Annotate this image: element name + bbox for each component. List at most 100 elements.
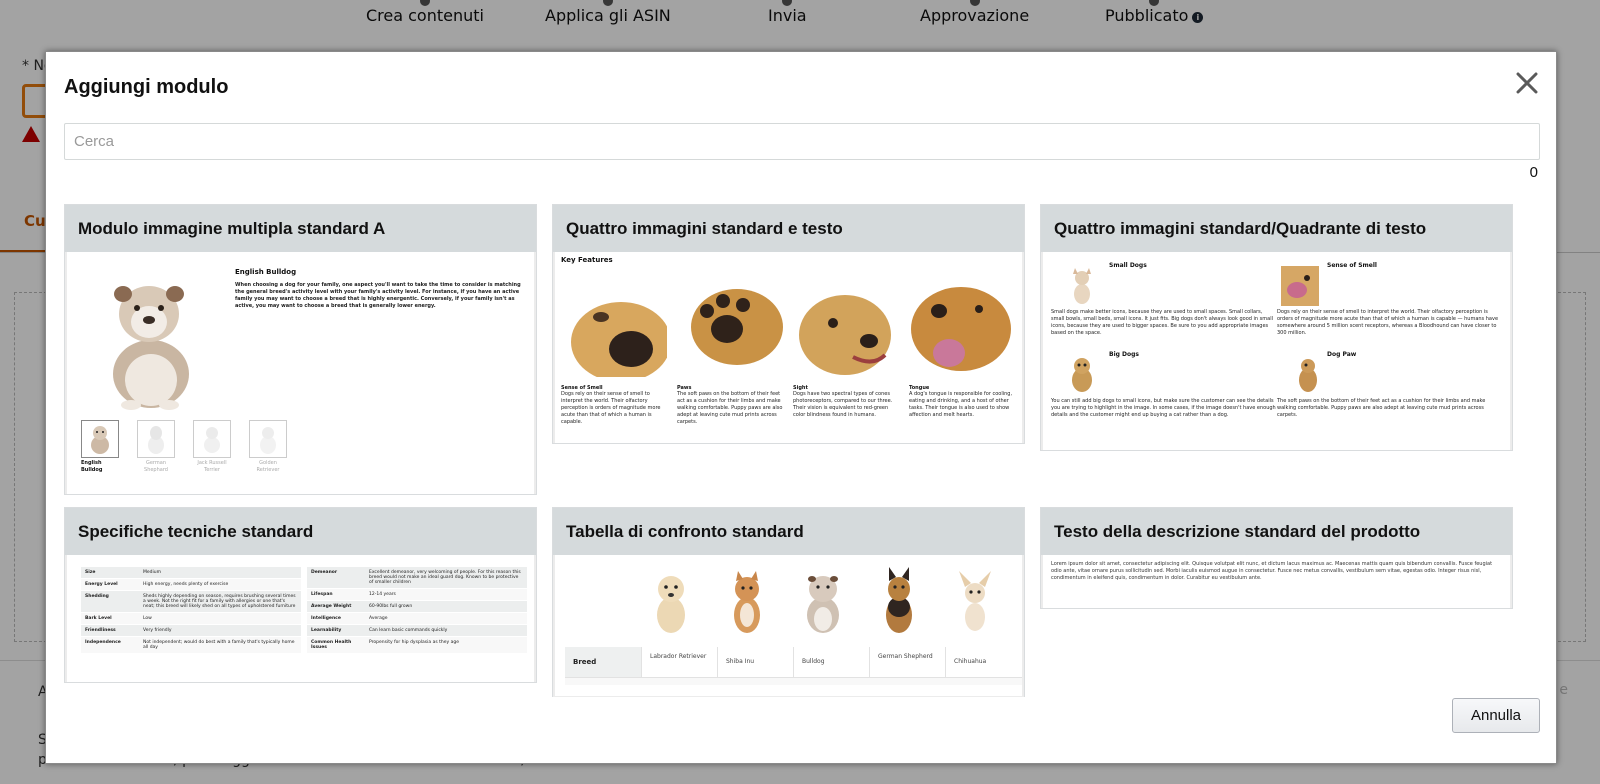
spec-key: Bark Level bbox=[85, 616, 112, 621]
feature-text: Dogs rely on their sense of smell to int… bbox=[561, 391, 661, 425]
module-card-multiple-image[interactable]: Modulo immagine multipla standard A Engl… bbox=[64, 204, 537, 495]
spec-key: Learnability bbox=[311, 628, 342, 633]
close-button[interactable] bbox=[1512, 68, 1542, 98]
table-cell: Shiba Inu bbox=[717, 647, 793, 677]
spec-value: 60-90lbs full grown bbox=[369, 604, 413, 609]
thumbnail-caption: German Shephard bbox=[144, 460, 168, 473]
preview-text: When choosing a dog for your family, one… bbox=[235, 282, 521, 309]
close-icon bbox=[1516, 72, 1538, 94]
dog-paw-image bbox=[677, 287, 783, 377]
spec-key: Shedding bbox=[85, 594, 109, 599]
thumbnail-item: Golden Retriever bbox=[249, 420, 287, 474]
spec-value: Propensity for hip dysplasia as they age bbox=[369, 640, 459, 645]
module-preview: English Bulldog When choosing a dog for … bbox=[65, 252, 536, 494]
comparison-table: Breed Labrador Retriever Shiba Inu Bulld… bbox=[565, 647, 1021, 677]
spec-row: Common Health Issues Propensity for hip d… bbox=[307, 637, 527, 654]
spec-row: Learnability Can learn basic commands qui… bbox=[307, 625, 527, 637]
feature-item: Sense of Smell Dogs rely on their sense … bbox=[561, 287, 671, 426]
quadrant-label: Dog Paw bbox=[1327, 351, 1357, 358]
thumbnail-item: Jack Russell Terrier bbox=[193, 420, 231, 474]
table-cell: Chihuahua bbox=[945, 647, 1021, 677]
spec-key: Friendliness bbox=[85, 628, 116, 633]
spec-table-left: Size Medium Energy Level High energy, need… bbox=[81, 567, 301, 654]
thumbnail-caption: English Bulldog bbox=[81, 460, 103, 473]
quadrant-item: Big Dogs You can still add big dogs to s… bbox=[1051, 351, 1276, 419]
preview-heading: English Bulldog bbox=[235, 268, 297, 276]
search-input[interactable] bbox=[64, 123, 1540, 160]
labrador-image bbox=[657, 576, 685, 633]
table-row-header: Breed bbox=[565, 647, 641, 677]
spec-row: Lifespan 12-14 years bbox=[307, 589, 527, 601]
spec-key: Lifespan bbox=[311, 592, 333, 597]
bulldog-image bbox=[113, 286, 189, 410]
spec-value: Can learn basic commands quickly bbox=[369, 628, 448, 633]
thumbnail-caption: Golden Retriever bbox=[256, 460, 280, 473]
chihuahua-image bbox=[959, 571, 991, 631]
spec-row: Size Medium bbox=[81, 567, 301, 579]
add-module-dialog: Aggiungi modulo 0 Modulo immagine multip… bbox=[45, 51, 1557, 764]
feature-text: Dogs have two spectral types of cones ph… bbox=[793, 391, 893, 418]
thumbnail-strip: English Bulldog German Shephard Jack Rus… bbox=[81, 420, 287, 474]
thumbnail-caption: Jack Russell Terrier bbox=[197, 460, 227, 473]
spec-row: Independence Not independent; would do be… bbox=[81, 637, 301, 654]
quadrant-label: Small Dogs bbox=[1109, 262, 1147, 269]
module-card-four-image-text[interactable]: Quattro immagini standard e testo Key Fe… bbox=[552, 204, 1025, 444]
module-preview: Size Medium Energy Level High energy, need… bbox=[65, 555, 536, 682]
cancel-button[interactable]: Annulla bbox=[1452, 698, 1540, 733]
spec-table-right: Demeanor Excellent demeanor, very welcomi… bbox=[307, 567, 527, 654]
spec-row: Energy Level High energy, needs plenty of… bbox=[81, 579, 301, 591]
module-preview: Breed Labrador Retriever Shiba Inu Bulld… bbox=[553, 555, 1024, 697]
breed-images bbox=[647, 565, 999, 637]
spec-row: Bark Level Low bbox=[81, 613, 301, 625]
module-card-title: Modulo immagine multipla standard A bbox=[65, 205, 536, 252]
table-cell: German Shepherd bbox=[869, 647, 945, 677]
module-card-title: Quattro immagini standard e testo bbox=[553, 205, 1024, 252]
module-preview: Lorem ipsum dolor sit amet, consectetur … bbox=[1041, 555, 1512, 608]
module-card-tech-specs[interactable]: Specifiche tecniche standard Size Medium … bbox=[64, 507, 537, 683]
module-card-comparison-table[interactable]: Tabella di confronto standard Breed Labr… bbox=[552, 507, 1025, 697]
spec-value: Sheds highly depending on season, requir… bbox=[143, 594, 296, 609]
module-card-title: Specifiche tecniche standard bbox=[65, 508, 536, 555]
spec-key: Size bbox=[85, 570, 96, 575]
feature-text: The soft paws on the bottom of their fee… bbox=[677, 391, 783, 425]
dialog-title: Aggiungi modulo bbox=[64, 76, 229, 98]
spec-key: Common Health Issues bbox=[311, 640, 352, 650]
spec-row: Intelligence Average bbox=[307, 613, 527, 625]
spec-key: Average Weight bbox=[311, 604, 352, 609]
module-grid: Modulo immagine multipla standard A Engl… bbox=[64, 204, 1540, 744]
quadrant-label: Sense of Smell bbox=[1327, 262, 1377, 269]
thumbnail-item: English Bulldog bbox=[81, 420, 119, 474]
module-card-title: Testo della descrizione standard del pro… bbox=[1041, 508, 1512, 555]
spec-row: Shedding Sheds highly depending on season… bbox=[81, 591, 301, 613]
quadrant-text: Small dogs make better icons, because th… bbox=[1051, 309, 1273, 336]
spec-row: Average Weight 60-90lbs full grown bbox=[307, 601, 527, 613]
quadrant-item: Dog Paw The soft paws on the bottom of t… bbox=[1277, 351, 1502, 419]
spec-value: 12-14 years bbox=[369, 592, 396, 597]
table-cell: Bulldog bbox=[793, 647, 869, 677]
quadrant-label: Big Dogs bbox=[1109, 351, 1139, 358]
feature-text: A dog's tongue is responsible for coolin… bbox=[909, 391, 1013, 418]
module-preview: Key Features Sense of Smell Dogs rely on… bbox=[553, 252, 1024, 443]
quadrant-text: Dogs rely on their sense of smell to int… bbox=[1277, 309, 1499, 336]
spec-key: Independence bbox=[85, 640, 121, 645]
spec-value: Not independent; would do best with a fa… bbox=[143, 640, 295, 650]
spec-value: Low bbox=[143, 616, 152, 621]
spec-key: Demeanor bbox=[311, 570, 338, 575]
module-card-product-description[interactable]: Testo della descrizione standard del pro… bbox=[1040, 507, 1513, 609]
quadrant-text: The soft paws on the bottom of their fee… bbox=[1277, 398, 1486, 418]
thumbnail-image bbox=[193, 420, 231, 458]
quadrant-item: Sense of Smell Dogs rely on their sense … bbox=[1277, 262, 1502, 337]
quadrant-text: You can still add big dogs to small icon… bbox=[1051, 398, 1276, 418]
shiba-inu-image bbox=[734, 571, 760, 633]
module-card-four-image-quadrant[interactable]: Quattro immagini standard/Quadrante di t… bbox=[1040, 204, 1513, 451]
spec-key: Energy Level bbox=[85, 582, 118, 587]
feature-item: Sight Dogs have two spectral types of co… bbox=[793, 287, 899, 419]
module-card-title: Quattro immagini standard/Quadrante di t… bbox=[1041, 205, 1512, 252]
table-cell: Labrador Retriever bbox=[641, 647, 717, 677]
feature-item: Paws The soft paws on the bottom of thei… bbox=[677, 287, 783, 426]
thumbnail-item: German Shephard bbox=[137, 420, 175, 474]
quadrant-item: Small Dogs Small dogs make better icons,… bbox=[1051, 262, 1276, 337]
spec-value: Excellent demeanor, very welcoming of pe… bbox=[369, 570, 521, 585]
german-shepherd-image bbox=[886, 567, 912, 633]
spec-value: Medium bbox=[143, 570, 161, 575]
